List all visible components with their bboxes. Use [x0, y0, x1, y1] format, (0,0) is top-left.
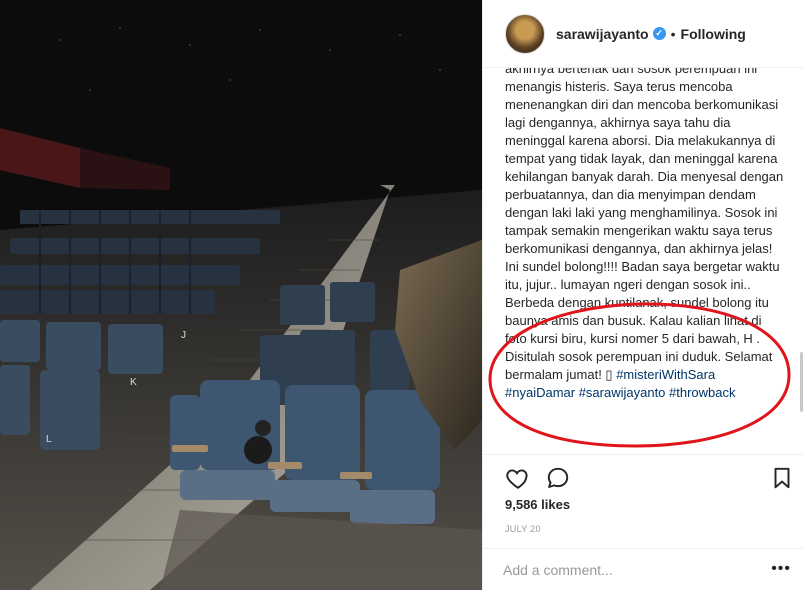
- comment-bar: •••: [483, 548, 804, 590]
- post-photo[interactable]: J K L: [0, 0, 482, 590]
- post-side-panel: sarawijayanto ✓ • Following akhirnya ber…: [482, 0, 804, 590]
- comment-input[interactable]: [503, 559, 753, 581]
- post-caption: akhirnya berteriak dan sosok perempuan i…: [505, 68, 785, 402]
- row-label-k: K: [130, 377, 137, 388]
- speech-bubble-icon[interactable]: [545, 465, 571, 491]
- post-actions: [483, 454, 804, 498]
- post-header: sarawijayanto ✓ • Following: [483, 0, 804, 68]
- separator-dot: •: [670, 25, 676, 42]
- caption-text: akhirnya berteriak dan sosok perempuan i…: [505, 68, 787, 382]
- row-label-l: L: [46, 434, 52, 445]
- caption-scrollbar[interactable]: [800, 352, 803, 412]
- post-date[interactable]: JULY 20: [505, 524, 541, 534]
- like-count[interactable]: 9,586 likes: [505, 497, 570, 512]
- verified-badge-icon: ✓: [652, 27, 666, 40]
- caption-scroll-area[interactable]: akhirnya berteriak dan sosok perempuan i…: [483, 68, 804, 454]
- following-button[interactable]: Following: [681, 26, 746, 42]
- heart-outline-icon[interactable]: [505, 465, 531, 491]
- bookmark-icon[interactable]: [769, 465, 795, 491]
- avatar[interactable]: [505, 13, 545, 54]
- more-options-button[interactable]: •••: [771, 561, 791, 577]
- username-link[interactable]: sarawijayanto: [556, 26, 649, 42]
- emoji-placeholder: ▯: [605, 367, 613, 382]
- cinema-seats-image: J K L: [0, 0, 482, 590]
- row-label-j: J: [181, 330, 186, 341]
